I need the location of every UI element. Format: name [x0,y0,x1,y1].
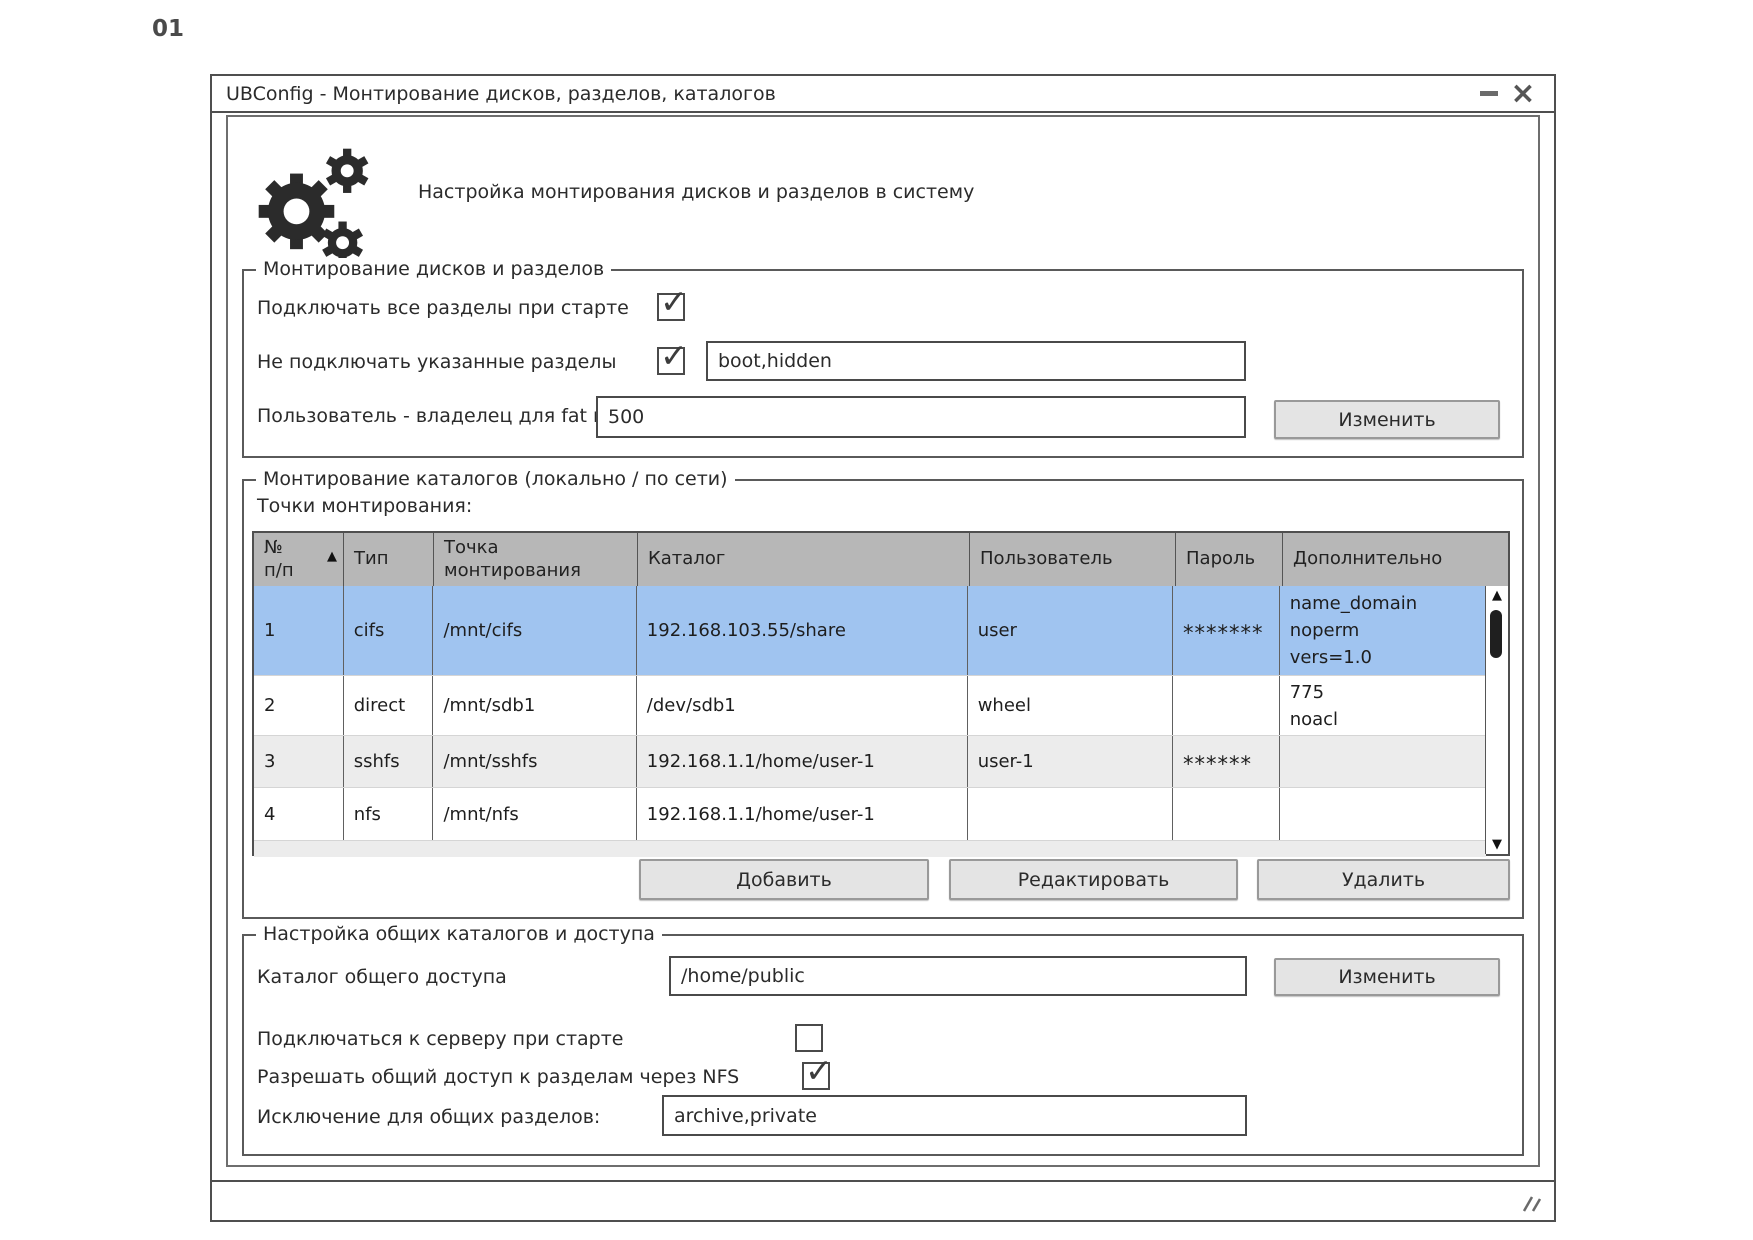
screenshot-canvas: { "page": { "label": "01" }, "window": {… [0,0,1753,1240]
exclude-partitions-input[interactable] [706,341,1246,381]
change-owner-button[interactable]: Изменить [1274,400,1500,439]
cell-password [1173,788,1280,840]
cell-catalog: 192.168.103.55/share [637,586,968,675]
table-row[interactable]: 2 direct /mnt/sdb1 /dev/sdb1 wheel 775 n… [254,676,1486,736]
mount-points-label: Точки монтирования: [257,495,473,517]
cell-user: wheel [968,676,1174,735]
window-titlebar: UBConfig - Монтирование дисков, разделов… [212,76,1554,113]
cell-catalog: 192.168.1.1/home/user-1 [637,788,968,840]
resize-grip-icon[interactable] [1514,1193,1542,1213]
scroll-down-icon[interactable]: ▼ [1486,838,1508,851]
close-button[interactable]: × [1506,78,1540,109]
app-window: UBConfig - Монтирование дисков, разделов… [210,74,1556,1222]
sort-asc-icon: ▲ [327,549,337,564]
exclude-partitions-label: Не подключать указанные разделы [257,351,617,373]
add-button[interactable]: Добавить [639,859,929,900]
table-empty-row [254,841,1486,857]
column-header-catalog[interactable]: Каталог [638,533,970,586]
allow-nfs-checkbox[interactable] [802,1051,833,1090]
table-body: 1 cifs /mnt/cifs 192.168.103.55/share us… [254,586,1486,857]
column-header-extra[interactable]: Дополнительно [1283,533,1508,586]
vertical-scrollbar[interactable]: ▲ ▼ [1485,586,1508,854]
window-title: UBConfig - Монтирование дисков, разделов… [226,82,776,105]
group-shared-access: Настройка общих каталогов и доступа Ката… [242,923,1524,1156]
mount-all-checkbox[interactable] [657,282,688,321]
share-dir-label: Каталог общего доступа [257,966,507,988]
cell-catalog: /dev/sdb1 [637,676,968,735]
cell-user [968,788,1174,840]
app-subtitle: Настройка монтирования дисков и разделов… [418,181,975,203]
allow-nfs-label: Разрешать общий доступ к разделам через … [257,1066,740,1088]
cell-extra: name_domain noperm vers=1.0 [1289,593,1418,668]
column-header-number-text: № п/п [264,537,294,581]
cell-type: direct [344,676,434,735]
scroll-up-icon[interactable]: ▲ [1486,589,1508,602]
cell-number: 4 [254,788,344,840]
group-shared-access-legend: Настройка общих каталогов и доступа [256,923,662,945]
cell-password: ******* [1173,586,1280,675]
edit-button[interactable]: Редактировать [949,859,1238,900]
share-exclusions-input[interactable] [662,1095,1247,1136]
group-directory-mounting-legend: Монтирование каталогов (локально / по се… [256,468,735,490]
column-header-user[interactable]: Пользователь [970,533,1176,586]
cell-mount-point: /mnt/sdb1 [433,676,637,735]
change-share-dir-button[interactable]: Изменить [1274,958,1500,996]
page-number-label: 01 [152,16,185,42]
gears-icon [258,148,369,263]
column-header-number[interactable]: № п/п ▲ [254,533,344,586]
minimize-button[interactable] [1472,80,1506,108]
table-header-row: № п/п ▲ Тип Точка монтирования Каталог П… [254,533,1508,586]
cell-number: 2 [254,676,344,735]
cell-password: ****** [1173,736,1280,787]
cell-user: user [968,586,1174,675]
table-row[interactable]: 3 sshfs /mnt/sshfs 192.168.1.1/home/user… [254,736,1486,788]
scrollbar-thumb[interactable] [1490,610,1502,658]
cell-catalog: 192.168.1.1/home/user-1 [637,736,968,787]
minimize-icon [1480,91,1498,96]
cell-mount-point: /mnt/nfs [433,788,637,840]
share-exclusions-label: Исключение для общих разделов: [257,1106,601,1128]
group-directory-mounting: Монтирование каталогов (локально / по се… [242,468,1524,919]
mount-all-label: Подключать все разделы при старте [257,297,629,319]
window-content: Настройка монтирования дисков и разделов… [226,115,1540,1167]
cell-extra: 775 noacl [1289,681,1339,730]
cell-user: user-1 [968,736,1174,787]
delete-button[interactable]: Удалить [1257,859,1510,900]
exclude-partitions-checkbox[interactable] [657,336,688,375]
cell-type: nfs [344,788,434,840]
cell-extra [1280,788,1486,840]
fat-ntfs-owner-input[interactable] [596,396,1246,438]
cell-mount-point: /mnt/sshfs [433,736,637,787]
table-row[interactable]: 1 cifs /mnt/cifs 192.168.103.55/share us… [254,586,1486,676]
cell-number: 1 [254,586,344,675]
status-bar [212,1180,1554,1220]
mount-points-table: № п/п ▲ Тип Точка монтирования Каталог П… [252,531,1510,857]
group-disk-mounting-legend: Монтирование дисков и разделов [256,258,612,280]
column-header-type[interactable]: Тип [344,533,434,586]
column-header-password[interactable]: Пароль [1176,533,1283,586]
connect-on-start-label: Подключаться к серверу при старте [257,1028,624,1050]
group-disk-mounting: Монтирование дисков и разделов Подключат… [242,258,1524,458]
connect-on-start-checkbox[interactable] [795,1024,823,1052]
cell-type: cifs [344,586,434,675]
fat-ntfs-owner-label: Пользователь - владелец для fat ntfs [257,405,630,427]
cell-extra [1280,736,1486,787]
cell-number: 3 [254,736,344,787]
column-header-mount-point[interactable]: Точка монтирования [434,533,638,586]
table-row[interactable]: 4 nfs /mnt/nfs 192.168.1.1/home/user-1 [254,788,1486,841]
cell-mount-point: /mnt/cifs [433,586,637,675]
cell-password [1173,676,1280,735]
cell-type: sshfs [344,736,434,787]
share-dir-input[interactable] [669,956,1247,996]
